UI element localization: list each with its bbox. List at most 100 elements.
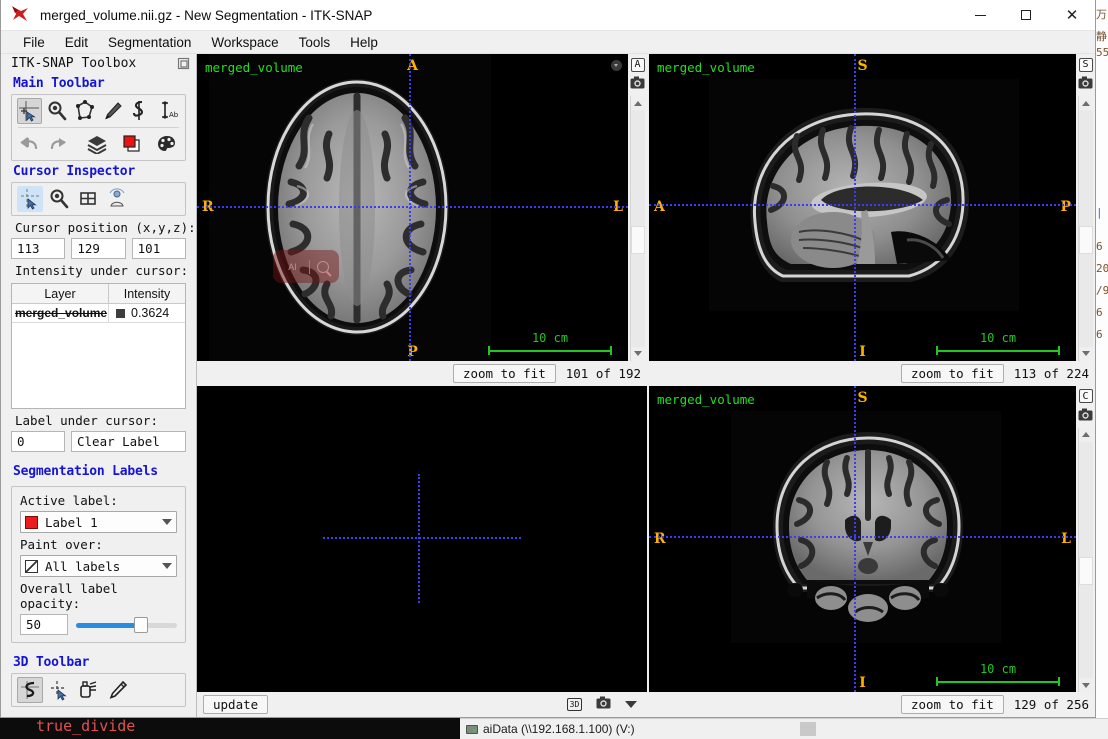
axial-footer: zoom to fit 101 of 192 [197, 360, 647, 386]
menu-tools[interactable]: Tools [289, 32, 341, 53]
main-toolbar-row-2 [12, 128, 185, 160]
menu-workspace[interactable]: Workspace [201, 32, 288, 53]
cursor-x-input[interactable]: 113 [11, 238, 66, 259]
opacity-caption: Overall label opacity: [20, 581, 118, 611]
axial-slice-scrollbar[interactable] [630, 96, 645, 361]
paint-over-dropdown[interactable]: All labels [20, 555, 177, 577]
coronal-crosshair-horizontal[interactable] [649, 535, 1076, 538]
window-controls: ✕ [957, 0, 1095, 31]
zoom-inspector-tab-icon[interactable] [46, 186, 72, 212]
taskbar-scroll-thumb[interactable] [800, 722, 816, 736]
3d-view-icon[interactable]: 3D [567, 698, 582, 711]
axial-plane-letter-button[interactable]: A [630, 57, 645, 72]
palette-icon[interactable] [155, 131, 180, 157]
3d-crosshair-icon[interactable] [46, 677, 72, 703]
sagittal-orientation-top: S [857, 58, 868, 74]
cursor-y-input[interactable]: 129 [71, 238, 126, 259]
sagittal-canvas[interactable]: merged_volume S I A P 10 cm [649, 54, 1076, 361]
toolbox-title: ITK-SNAP Toolbox [11, 56, 137, 71]
axial-crosshair-horizontal[interactable] [197, 205, 628, 208]
camera-icon[interactable] [1078, 75, 1093, 90]
scroll-down-icon[interactable] [631, 347, 645, 361]
sagittal-footer: zoom to fit 113 of 224 [649, 360, 1095, 386]
scroll-trough[interactable] [1079, 441, 1093, 678]
scroll-down-icon[interactable] [1079, 347, 1093, 361]
annotation-tool-icon[interactable]: Ab [155, 98, 180, 124]
scroll-thumb[interactable] [1079, 557, 1093, 586]
axial-canvas[interactable]: merged_volume A P R L AI 10 cm [197, 54, 628, 361]
chevron-down-icon[interactable] [625, 701, 637, 708]
label-name-input[interactable]: Clear Label [71, 431, 186, 452]
layers-icon[interactable] [85, 131, 110, 157]
scroll-trough[interactable] [631, 110, 645, 347]
3d-spray-icon[interactable] [75, 677, 101, 703]
opacity-slider[interactable] [76, 616, 177, 634]
section-title-main-toolbar: Main Toolbar [13, 76, 105, 91]
paintbrush-tool-icon[interactable] [100, 98, 125, 124]
polygon-tool-icon[interactable] [72, 98, 97, 124]
threed-crosshair-horizontal[interactable] [323, 537, 521, 540]
update-button[interactable]: update [203, 695, 269, 714]
sagittal-zoom-to-fit-button[interactable]: zoom to fit [900, 363, 1004, 383]
scroll-trough[interactable] [1079, 110, 1093, 347]
slider-knob[interactable] [133, 616, 148, 633]
coronal-scalebar-label: 10 cm [979, 662, 1017, 676]
snake-tool-icon[interactable] [128, 98, 153, 124]
background-window-strip: 万 静 55 | 6 20 /9 6 6 [1096, 0, 1108, 718]
coronal-slice-scrollbar[interactable] [1078, 427, 1093, 692]
scroll-down-icon[interactable] [1079, 678, 1093, 692]
title-bar[interactable]: merged_volume.nii.gz - New Segmentation … [1, 0, 1095, 31]
close-button[interactable]: ✕ [1049, 0, 1095, 31]
axial-zoom-to-fit-button[interactable]: zoom to fit [452, 363, 556, 383]
sagittal-crosshair-horizontal[interactable] [649, 204, 1076, 207]
camera-icon[interactable] [596, 696, 611, 714]
cursor-inspector-tab-icon[interactable] [17, 186, 43, 212]
menu-help[interactable]: Help [340, 32, 388, 53]
coronal-canvas[interactable]: merged_volume S I R L 10 cm [649, 385, 1076, 692]
section-title-cursor-inspector: Cursor Inspector [13, 164, 136, 179]
coronal-crosshair-vertical[interactable] [853, 385, 856, 692]
menu-edit[interactable]: Edit [55, 32, 98, 53]
sagittal-slice-scrollbar[interactable] [1078, 96, 1093, 361]
scroll-up-icon[interactable] [1079, 96, 1093, 110]
cursor-z-input[interactable]: 101 [131, 238, 186, 259]
slider-fill [76, 622, 139, 628]
active-label-color-swatch [25, 515, 38, 529]
overlay-color-icon[interactable] [121, 131, 146, 157]
panel-menu-icon[interactable] [611, 60, 622, 71]
ai-search-watermark: AI [273, 250, 339, 283]
intensity-swatch [116, 308, 125, 318]
active-label-dropdown[interactable]: Label 1 [20, 511, 177, 533]
undo-icon[interactable] [17, 131, 42, 157]
cell-intensity: 0.3624 [109, 304, 185, 322]
undock-icon[interactable] [177, 57, 190, 70]
zoom-pan-tool-icon[interactable] [45, 98, 70, 124]
minimize-button[interactable] [957, 0, 1003, 31]
coronal-zoom-to-fit-button[interactable]: zoom to fit [900, 695, 1004, 714]
camera-icon[interactable] [630, 75, 645, 90]
label-id-input[interactable]: 0 [11, 431, 65, 452]
3d-scalpel-icon[interactable] [104, 677, 130, 703]
scroll-up-icon[interactable] [631, 96, 645, 110]
maximize-button[interactable] [1003, 0, 1049, 31]
background-taskbar[interactable]: aiData (\\192.168.1.100) (V:) [460, 718, 1108, 739]
camera-icon[interactable] [1078, 407, 1093, 422]
scroll-thumb[interactable] [1079, 225, 1093, 254]
sagittal-plane-letter-button[interactable]: S [1078, 57, 1093, 72]
grid-inspector-tab-icon[interactable] [75, 186, 101, 212]
redo-icon[interactable] [45, 131, 70, 157]
coronal-plane-letter-button[interactable]: C [1078, 389, 1093, 404]
scroll-up-icon[interactable] [1079, 428, 1093, 442]
sagittal-crosshair-vertical[interactable] [853, 54, 856, 361]
crosshair-tool-icon[interactable] [17, 98, 42, 124]
registration-inspector-tab-icon[interactable] [104, 186, 130, 212]
3d-trackball-icon[interactable] [17, 677, 43, 703]
scroll-thumb[interactable] [631, 225, 645, 254]
intensity-table[interactable]: Layer Intensity merged_volume 0.3624 [11, 283, 186, 409]
opacity-input[interactable]: 50 [20, 614, 68, 635]
menu-file[interactable]: File [13, 32, 55, 53]
menu-segmentation[interactable]: Segmentation [98, 32, 201, 53]
axial-panel: merged_volume A P R L AI 10 cm A zoom to… [197, 54, 647, 386]
threed-canvas[interactable] [197, 385, 647, 692]
table-row[interactable]: merged_volume 0.3624 [12, 304, 185, 323]
